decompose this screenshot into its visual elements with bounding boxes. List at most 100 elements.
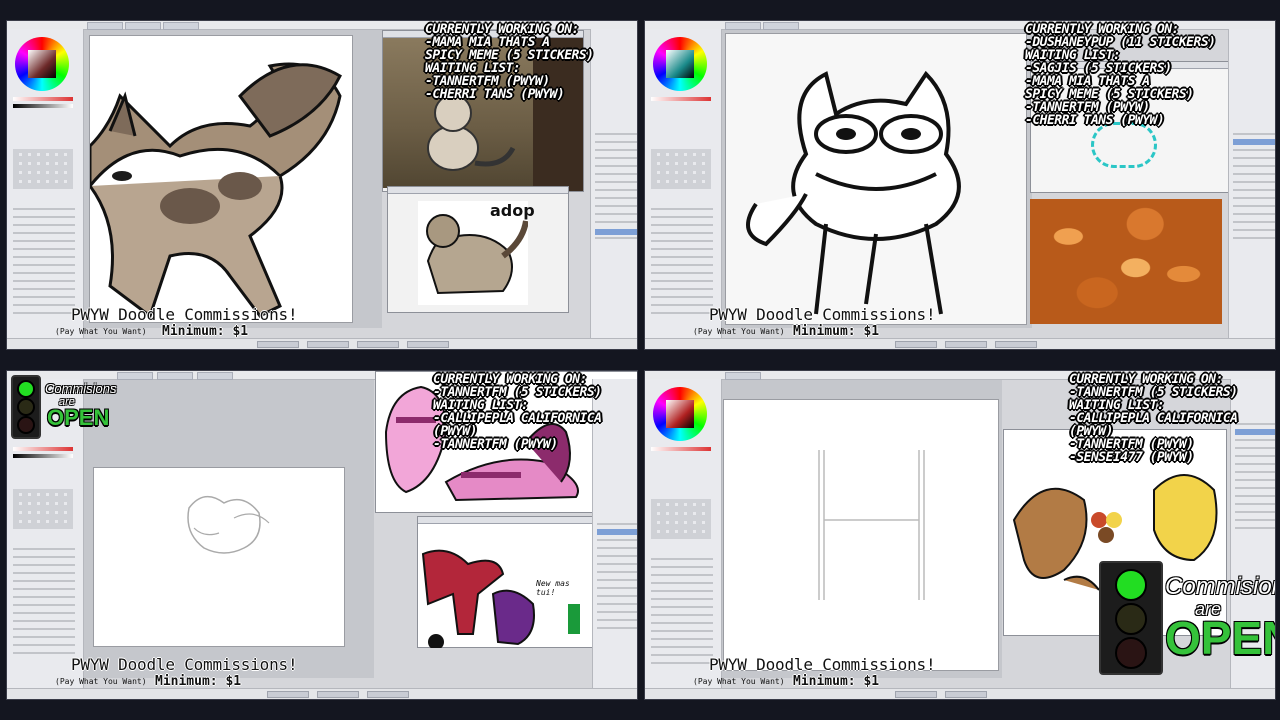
color-wheel-icon[interactable]: [653, 37, 707, 91]
traffic-light-icon: [11, 375, 41, 439]
drawing-canvas[interactable]: [94, 468, 344, 646]
yellow-light: [1115, 603, 1147, 635]
pane-top-right: CURRENTLY WORKING ON: -DUSHANEYPUP (11 S…: [644, 20, 1276, 350]
layer-list[interactable]: [597, 519, 637, 629]
file-tab[interactable]: [317, 691, 359, 698]
document-tab[interactable]: [157, 372, 193, 380]
pane-top-left: adop CURRENTLY WORKING ON: -MAMA MIA THA…: [6, 20, 638, 350]
pwyw-banner: PWYW Doodle Commissions!: [71, 655, 298, 674]
selected-layer[interactable]: [1235, 429, 1275, 435]
document-tab[interactable]: [725, 372, 761, 380]
pwyw-subtitle: (Pay What You Want): [693, 327, 785, 336]
color-slider[interactable]: [13, 104, 73, 108]
status-bar: [645, 688, 1275, 699]
minimum-price: Minimum: $1: [162, 324, 249, 339]
pwyw-banner: PWYW Doodle Commissions!: [709, 305, 936, 324]
minimum-price: Minimum: $1: [155, 674, 242, 689]
status-bar: [7, 338, 637, 349]
color-slider[interactable]: [13, 97, 73, 101]
drawing-canvas[interactable]: [726, 34, 1026, 324]
layer-list[interactable]: [1233, 129, 1275, 239]
sketch-drawing: [187, 495, 270, 554]
canvas-area: [722, 30, 1032, 328]
commissions-label: Commisions: [45, 381, 117, 396]
cat-drawing: [88, 62, 342, 319]
color-slider[interactable]: [13, 454, 73, 458]
color-wheel-icon[interactable]: [15, 37, 69, 91]
document-tab[interactable]: [163, 22, 199, 30]
reference-note: New mas tui!: [536, 579, 570, 597]
file-tab[interactable]: [945, 341, 987, 348]
canvas-area: [84, 380, 374, 678]
tool-panel: [645, 379, 722, 689]
file-tab[interactable]: [267, 691, 309, 698]
pwyw-banner: PWYW Doodle Commissions!: [709, 655, 936, 674]
status-bar: [7, 688, 637, 699]
pwyw-subtitle: (Pay What You Want): [55, 327, 147, 336]
red-light: [1115, 637, 1147, 669]
tool-palette-icon[interactable]: [651, 149, 711, 189]
selected-layer[interactable]: [595, 229, 637, 235]
traffic-light-icon: [1099, 561, 1163, 675]
queue-overlay-text: CURRENTLY WORKING ON: -TANNERTFM (5 STIC…: [433, 372, 602, 452]
document-tab[interactable]: [763, 22, 799, 30]
tool-palette-icon[interactable]: [13, 149, 73, 189]
tool-palette-icon[interactable]: [651, 499, 711, 539]
color-slider[interactable]: [651, 447, 711, 451]
document-tab[interactable]: [197, 372, 233, 380]
tool-palette-icon[interactable]: [13, 489, 73, 529]
pane-bottom-right: CURRENTLY WORKING ON: -TANNERTFM (5 STIC…: [644, 370, 1276, 700]
brush-settings[interactable]: [13, 544, 75, 654]
color-slider[interactable]: [13, 447, 73, 451]
brush-settings[interactable]: [13, 204, 75, 314]
file-tab[interactable]: [895, 341, 937, 348]
adopt-label: adop: [490, 201, 535, 220]
layer-list[interactable]: [1235, 419, 1275, 529]
yellow-light: [17, 398, 35, 416]
file-tab[interactable]: [895, 691, 937, 698]
cat-face-drawing: [746, 70, 961, 315]
pwyw-subtitle: (Pay What You Want): [693, 677, 785, 686]
brush-settings[interactable]: [651, 554, 713, 664]
selected-layer[interactable]: [1233, 139, 1275, 145]
canvas-area: [722, 380, 1002, 678]
open-status: OPEN: [47, 405, 110, 430]
green-light: [17, 380, 35, 398]
minimum-price: Minimum: $1: [793, 324, 880, 339]
drawing-canvas[interactable]: [88, 36, 352, 322]
drawing-canvas[interactable]: [724, 400, 998, 670]
document-tab[interactable]: [87, 22, 123, 30]
minimum-price: Minimum: $1: [793, 674, 880, 689]
file-tab[interactable]: [257, 341, 299, 348]
reference-window-adopt[interactable]: adop: [387, 186, 569, 313]
sketch-guidelines: [818, 450, 925, 600]
tool-panel: [645, 29, 722, 339]
file-tab[interactable]: [945, 691, 987, 698]
file-tab[interactable]: [407, 341, 449, 348]
selected-layer[interactable]: [597, 529, 637, 535]
file-tab[interactable]: [357, 341, 399, 348]
color-wheel-icon[interactable]: [653, 387, 707, 441]
pane-bottom-left: New mas tui! CURRENTLY WORKING ON: -TANN…: [6, 370, 638, 700]
document-tab[interactable]: [125, 22, 161, 30]
brush-settings[interactable]: [651, 204, 713, 314]
document-tab[interactable]: [725, 22, 761, 30]
layer-list[interactable]: [595, 129, 637, 239]
file-tab[interactable]: [995, 341, 1037, 348]
queue-overlay-text: CURRENTLY WORKING ON: -TANNERTFM (5 STIC…: [1069, 372, 1238, 465]
queue-overlay-text: CURRENTLY WORKING ON: -MAMA MIA THATS A …: [425, 22, 594, 102]
reference-window[interactable]: New mas tui!: [417, 516, 594, 650]
red-light: [17, 416, 35, 434]
status-bar: [645, 338, 1275, 349]
document-tab[interactable]: [117, 372, 153, 380]
layer-panel: [1228, 29, 1275, 339]
color-slider[interactable]: [651, 97, 711, 101]
file-tab[interactable]: [307, 341, 349, 348]
open-status: OPEN: [1165, 612, 1275, 664]
pwyw-subtitle: (Pay What You Want): [55, 677, 147, 686]
green-light: [1115, 569, 1147, 601]
canvas-area: [84, 30, 382, 328]
file-tab[interactable]: [367, 691, 409, 698]
layer-panel: [590, 29, 637, 339]
queue-overlay-text: CURRENTLY WORKING ON: -DUSHANEYPUP (11 S…: [1025, 22, 1216, 128]
